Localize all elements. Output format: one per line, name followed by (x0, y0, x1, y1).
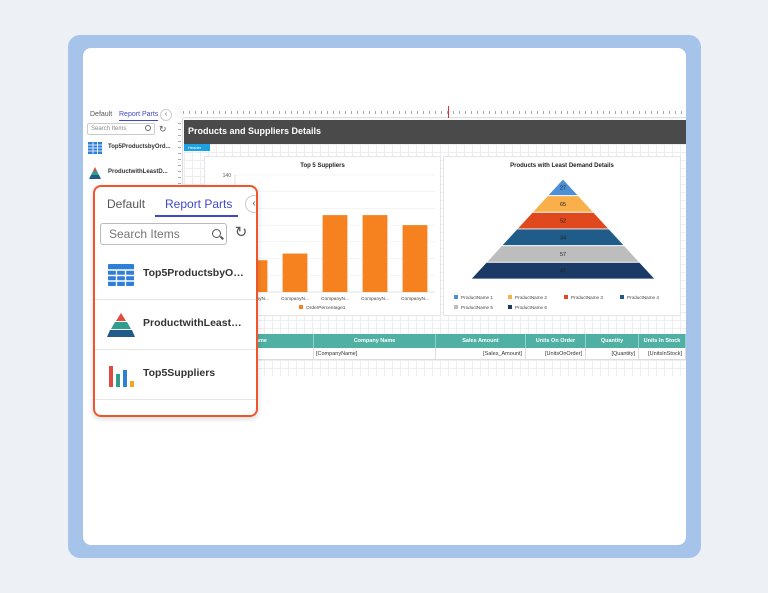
legend-label: ProductName 5 (461, 305, 493, 310)
legend-label: ProductName 2 (515, 295, 547, 300)
legend-label: OrderPercentage1 (306, 305, 346, 311)
pyramid-chart-least-demand[interactable]: Products with Least Demand Details 27 65 5… (443, 156, 681, 316)
cell-quantity[interactable]: [Quantity] (586, 348, 639, 360)
column-header-company-name[interactable]: Company Name (314, 334, 436, 348)
cell-company-name[interactable]: [CompanyName] (314, 348, 436, 360)
report-part-label: Top5ProductsbyOrd... (108, 144, 171, 150)
legend-swatch (620, 295, 624, 299)
data-table[interactable]: Name Company Name Sales Amount Units On … (184, 334, 686, 364)
data-label: 27 (560, 185, 566, 191)
bar-chart-icon (109, 366, 134, 387)
x-tick-label: CompanyN... (281, 296, 309, 302)
legend-swatch (299, 305, 303, 309)
legend-swatch (564, 295, 568, 299)
search-input[interactable]: Search Items (87, 123, 155, 135)
legend-label: ProductName 4 (627, 295, 659, 300)
x-tick-label: CompanyN... (361, 296, 389, 302)
cell-sales-amount[interactable]: [Sales_Amount] (436, 348, 526, 360)
data-label: 65 (560, 202, 566, 208)
column-header-sales-amount[interactable]: Sales Amount (436, 334, 526, 348)
refresh-icon[interactable]: ↻ (159, 124, 167, 135)
legend-swatch (508, 305, 512, 309)
report-part-item[interactable]: Top5ProductsbyOrd... (95, 250, 256, 300)
report-part-item[interactable]: ProductwithLeastD... (95, 300, 256, 350)
cell-units-on-order[interactable]: [UnitsOnOrder] (526, 348, 586, 360)
pyramid-chart-svg: 27 65 52 34 57 47 ProductName 1 ProductName 2 Pr… (454, 178, 659, 310)
tab-report-parts[interactable]: Report Parts (165, 197, 232, 211)
tab-default[interactable]: Default (90, 111, 112, 118)
column-header-units-on-order[interactable]: Units On Order (526, 334, 586, 348)
panel-tabs: Default Report Parts (95, 187, 256, 217)
column-header-quantity[interactable]: Quantity (586, 334, 639, 348)
tab-default[interactable]: Default (107, 197, 145, 211)
tab-report-parts[interactable]: Report Parts (119, 111, 159, 121)
table-header-row: Name Company Name Sales Amount Units On … (184, 334, 686, 348)
report-title: Products and Suppliers Details (188, 126, 322, 136)
header-section-tag: Header (184, 144, 210, 151)
legend-label: ProductName 6 (515, 305, 547, 310)
search-input[interactable] (100, 223, 227, 245)
pyramid-chart-icon (89, 167, 101, 179)
column-header-units-in-stock[interactable]: Units In Stock (639, 334, 686, 348)
report-part-label: ProductwithLeastD... (108, 169, 168, 175)
legend-swatch (508, 295, 512, 299)
legend-swatch (454, 305, 458, 309)
search-icon (145, 125, 151, 131)
report-header[interactable]: Products and Suppliers Details (184, 120, 686, 144)
data-label: 34 (560, 235, 566, 241)
report-part-label: ProductwithLeastD... (143, 317, 247, 329)
legend-swatch (454, 295, 458, 299)
data-label: 57 (560, 252, 566, 258)
bar (322, 215, 348, 292)
x-tick-label: CompanyN... (321, 296, 349, 302)
data-label: 52 (560, 219, 566, 225)
legend-label: ProductName 3 (571, 295, 603, 300)
horizontal-ruler (183, 106, 686, 118)
report-part-item[interactable]: ProductwithLeastD... (87, 166, 171, 180)
search-icon (212, 229, 221, 238)
report-canvas[interactable]: Products and Suppliers Details Header To… (184, 120, 686, 376)
pyramid-chart-icon (107, 313, 135, 337)
cell-units-in-stock[interactable]: [UnitsInStock] (639, 348, 686, 360)
zoomed-report-parts-panel: Default Report Parts ‹ ↻ Top5ProductsbyO… (93, 185, 258, 417)
search-placeholder: Search Items (91, 126, 127, 132)
bar (362, 215, 388, 292)
ruler-marker (448, 106, 449, 118)
bar (282, 253, 308, 292)
report-part-label: Top5ProductsbyOrd... (143, 267, 247, 279)
report-part-item[interactable]: Top5ProductsbyOrd... (87, 141, 171, 155)
legend-label: ProductName 1 (461, 295, 493, 300)
collapse-panel-button[interactable]: ‹ (245, 195, 256, 213)
table-row: [CompanyName] [Sales_Amount] [UnitsOnOrd… (184, 348, 686, 360)
table-icon (88, 142, 102, 154)
y-tick-label: 140 (223, 173, 232, 179)
report-part-item[interactable]: Top5Suppliers (95, 350, 256, 400)
bar (402, 225, 428, 292)
collapse-panel-button[interactable]: ‹ (160, 109, 172, 121)
x-tick-label: CompanyN... (401, 296, 429, 302)
refresh-icon[interactable]: ↻ (233, 225, 249, 241)
table-icon (108, 264, 134, 286)
data-label: 47 (560, 269, 566, 275)
report-part-label: Top5Suppliers (143, 367, 216, 379)
active-tab-indicator (155, 215, 238, 217)
